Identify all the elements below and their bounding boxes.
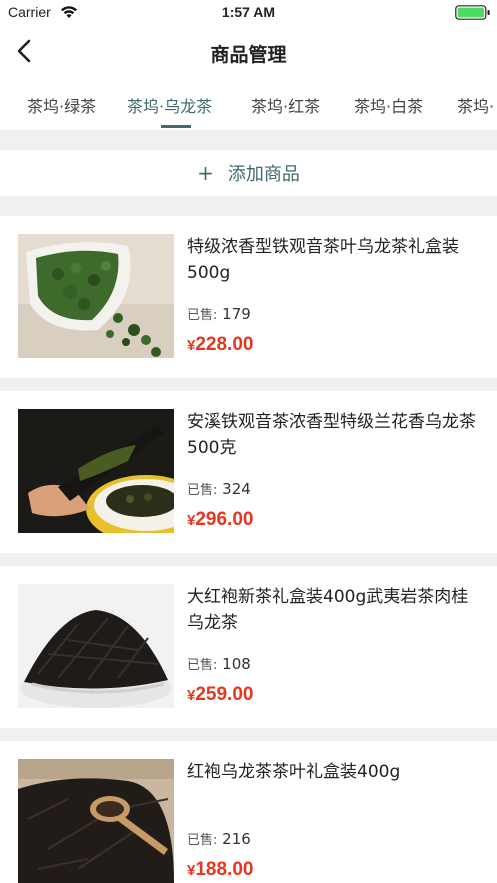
product-card[interactable]: 大红袍新茶礼盒装400g武夷岩茶肉桂乌龙茶 已售: 108 ¥259.00 <box>0 566 497 728</box>
nav-bar: 商品管理 <box>0 26 497 76</box>
tab-oolong-tea[interactable]: 茶坞·乌龙茶 <box>127 93 212 117</box>
category-tabs: 茶坞·绿茶 茶坞·乌龙茶 茶坞·红茶 茶坞·白茶 茶坞· <box>0 76 497 130</box>
sold-count: 已售: 324 <box>187 480 251 498</box>
tab-more[interactable]: 茶坞· <box>457 93 494 117</box>
page-title: 商品管理 <box>210 44 287 66</box>
product-price: ¥228.00 <box>187 334 254 355</box>
product-title: 特级浓香型铁观音茶叶乌龙茶礼盒装500g <box>187 237 459 283</box>
product-image <box>18 234 174 358</box>
product-image <box>18 759 174 883</box>
product-price: ¥259.00 <box>187 684 254 705</box>
tab-black-tea[interactable]: 茶坞·红茶 <box>251 93 320 117</box>
add-product-label: 添加商品 <box>227 164 300 185</box>
product-card[interactable]: 红袍乌龙茶茶叶礼盒装400g 已售: 216 ¥188.00 <box>0 741 497 883</box>
sold-count: 已售: 216 <box>187 830 251 848</box>
product-price: ¥296.00 <box>187 509 254 530</box>
product-price: ¥188.00 <box>187 859 254 880</box>
active-tab-indicator <box>161 125 191 128</box>
status-bar: Carrier 1:57 AM <box>0 0 497 26</box>
sold-count: 已售: 108 <box>187 655 251 673</box>
plus-icon: + <box>197 161 214 185</box>
tab-white-tea[interactable]: 茶坞·白茶 <box>354 93 423 117</box>
product-title: 红袍乌龙茶茶叶礼盒装400g <box>187 762 401 782</box>
product-image <box>18 584 174 708</box>
sold-count: 已售: 179 <box>187 305 251 323</box>
battery-icon <box>455 5 490 20</box>
tab-green-tea[interactable]: 茶坞·绿茶 <box>27 93 96 117</box>
status-time: 1:57 AM <box>221 4 276 20</box>
product-title: 安溪铁观音茶浓香型特级兰花香乌龙茶500克 <box>187 412 476 458</box>
product-card[interactable]: 安溪铁观音茶浓香型特级兰花香乌龙茶500克 已售: 324 ¥296.00 <box>0 391 497 553</box>
product-card[interactable]: 特级浓香型铁观音茶叶乌龙茶礼盒装500g 已售: 179 ¥228.00 <box>0 216 497 378</box>
product-title: 大红袍新茶礼盒装400g武夷岩茶肉桂乌龙茶 <box>187 587 469 633</box>
add-product-button[interactable]: + 添加商品 <box>0 150 497 196</box>
product-image <box>18 409 174 533</box>
